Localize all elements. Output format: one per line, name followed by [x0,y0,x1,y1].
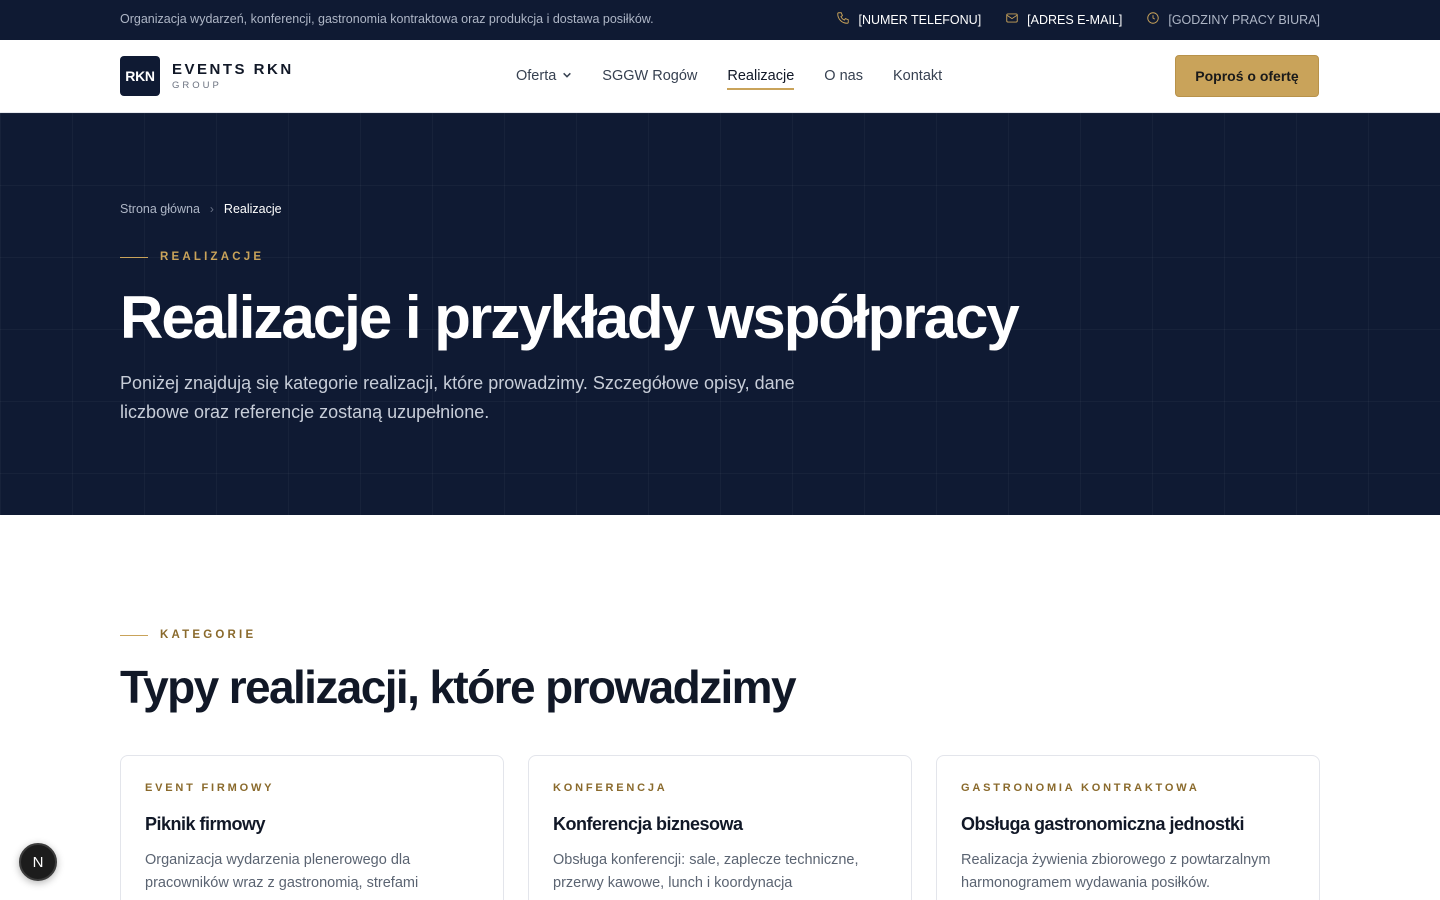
phone-icon [836,11,850,28]
nav-item-label: Realizacje [727,68,795,84]
chevron-right-icon: › [209,202,214,216]
card-title: Konferencja biznesowa [553,814,743,834]
top-info-bar: Organizacja wydarzeń, konferencji, gastr… [0,0,1440,40]
card-description: Obsługa konferencji: sale, zaplecze tech… [553,852,859,891]
breadcrumb-current: Realizacje [223,202,282,216]
categories-title: Typy realizacji, które prowadzimy [120,661,797,713]
hero-eyebrow-text: REALIZACJE [160,251,265,263]
hero-section: Strona główna › Realizacje REALIZACJE Re… [0,113,1440,515]
clock-icon [1146,11,1160,28]
category-card[interactable]: EVENT FIRMOWY Piknik firmowy Organizacja… [120,755,504,900]
nav-item-realizacje[interactable]: Realizacje [727,68,795,90]
breadcrumb-home-link[interactable]: Strona główna [120,202,200,216]
breadcrumb: Strona główna › Realizacje [120,202,282,216]
office-hours: [GODZINY PRACY BIURA] [1146,11,1320,28]
category-cards: EVENT FIRMOWY Piknik firmowy Organizacja… [120,755,1320,900]
request-offer-button[interactable]: Poproś o ofertę [1175,55,1319,97]
nav-item-oferta[interactable]: Oferta [516,68,572,84]
logo-mark: RKN [120,56,160,96]
email-text: [ADRES E-MAIL] [1027,12,1123,27]
nav-menu: Oferta SGGW Rogów Realizacje O nas Konta… [516,68,942,90]
floating-n-badge[interactable]: N [19,843,57,881]
hours-text: [GODZINY PRACY BIURA] [1168,12,1320,27]
nav-item-label: SGGW Rogów [602,68,698,84]
card-title: Piknik firmowy [145,814,266,834]
categories-eyebrow-text: KATEGORIE [160,629,257,641]
phone-text: [NUMER TELEFONU] [858,12,982,27]
eyebrow-line [120,256,148,258]
nav-item-o-nas[interactable]: O nas [824,68,863,84]
card-title: Obsługa gastronomiczna jednostki [961,814,1245,834]
hero-lead: Poniżej znajdują się kategorie realizacj… [120,373,795,422]
main-navbar: RKN EVENTS RKN GROUP Oferta SGGW Rogów R… [0,40,1440,113]
page-title: Realizacje i przykłady współpracy [120,284,1020,351]
nav-item-label: Oferta [516,68,557,84]
email-contact[interactable]: [ADRES E-MAIL] [1005,11,1122,28]
nav-item-label: Kontakt [892,68,943,84]
nav-item-sggw-rogow[interactable]: SGGW Rogów [602,68,697,84]
logo-name: EVENTS RKN [172,61,294,78]
chevron-down-icon [562,68,572,84]
logo-subtitle: GROUP [172,80,222,91]
logo[interactable]: RKN EVENTS RKN GROUP [120,56,294,96]
card-description: Realizacja żywienia zbiorowego z powtarz… [961,852,1271,891]
categories-eyebrow: KATEGORIE [120,629,256,641]
card-category: GASTRONOMIA KONTRAKTOWA [961,782,1200,794]
mail-icon [1005,11,1019,28]
hero-eyebrow: REALIZACJE [120,251,264,263]
phone-contact[interactable]: [NUMER TELEFONU] [836,11,981,28]
category-card[interactable]: KONFERENCJA Konferencja biznesowa Obsług… [528,755,912,900]
nav-item-label: O nas [824,68,863,84]
card-category: EVENT FIRMOWY [145,782,275,794]
contact-info: [NUMER TELEFONU] [ADRES E-MAIL] [GODZINY… [836,11,1320,28]
company-tagline: Organizacja wydarzeń, konferencji, gastr… [120,12,654,26]
category-card[interactable]: GASTRONOMIA KONTRAKTOWA Obsługa gastrono… [936,755,1320,900]
card-description: Organizacja wydarzenia plenerowego dla p… [145,852,419,891]
card-category: KONFERENCJA [553,782,668,794]
eyebrow-line [120,634,148,636]
nav-item-kontakt[interactable]: Kontakt [893,68,942,84]
